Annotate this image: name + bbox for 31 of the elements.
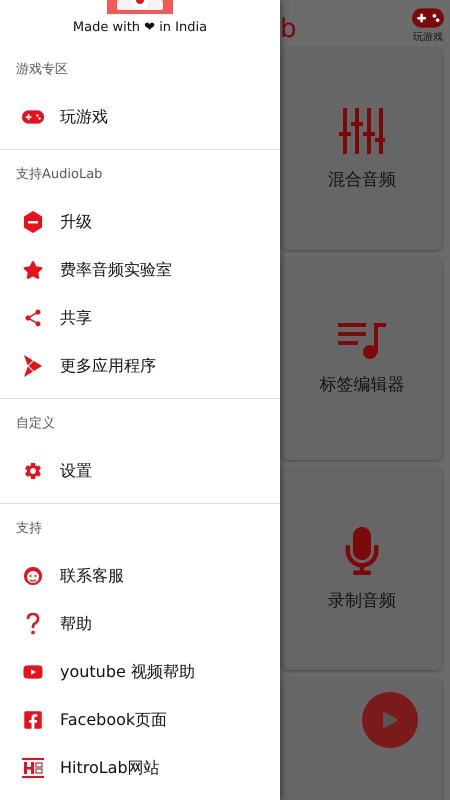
gamepad-icon[interactable] bbox=[412, 8, 444, 28]
app-title: b bbox=[280, 14, 297, 44]
games-label: 玩游戏 bbox=[413, 30, 443, 44]
star-icon bbox=[22, 259, 44, 281]
mixer-sliders-icon bbox=[339, 108, 385, 154]
facebook-icon bbox=[22, 709, 44, 731]
section-header: 支持AudioLab bbox=[15, 166, 104, 184]
card-label: 录制音频 bbox=[328, 590, 396, 612]
play-triangle-icon bbox=[22, 355, 44, 377]
menu-item[interactable]: 升级 bbox=[60, 212, 92, 232]
menu-item[interactable]: Facebook页面 bbox=[60, 710, 168, 730]
menu-item[interactable]: youtube 视频帮助 bbox=[60, 662, 195, 682]
menu-item[interactable]: 更多应用程序 bbox=[60, 356, 156, 376]
card-label: 混合音频 bbox=[328, 168, 396, 190]
card-label: 标签编辑器 bbox=[320, 374, 404, 396]
menu-item[interactable]: HitroLab网站 bbox=[60, 758, 160, 778]
section-header: 支持 bbox=[15, 520, 43, 538]
menu-item[interactable]: 联系客服 bbox=[60, 566, 124, 586]
play-icon bbox=[382, 712, 398, 728]
menu-item[interactable]: 费率音频实验室 bbox=[60, 260, 172, 280]
hitrolab-logo-icon bbox=[22, 757, 44, 779]
tagline: Made with ❤ in India bbox=[72, 20, 208, 35]
menu-item[interactable]: 玩游戏 bbox=[60, 106, 108, 128]
support-face-icon bbox=[22, 565, 44, 587]
section-header: 自定义 bbox=[15, 415, 56, 433]
section-header: 游戏专区 bbox=[15, 61, 69, 79]
menu-item[interactable]: 共享 bbox=[60, 308, 92, 328]
menu-item[interactable]: 帮助 bbox=[60, 614, 92, 634]
pro-hexagon-icon bbox=[22, 211, 44, 233]
music-list-icon bbox=[338, 322, 386, 358]
menu-item[interactable]: 设置 bbox=[60, 460, 92, 482]
